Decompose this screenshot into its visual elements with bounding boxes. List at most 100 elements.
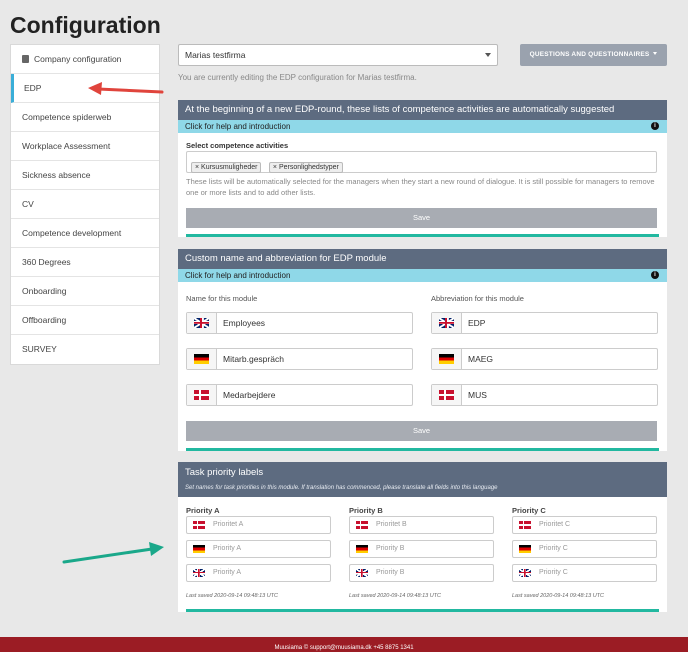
field-value: EDP	[468, 318, 486, 328]
tag-chip[interactable]: × Kursusmuligheder	[191, 162, 262, 173]
field-placeholder: Priority B	[376, 545, 405, 552]
editing-note: You are currently editing the EDP config…	[178, 73, 417, 82]
field-placeholder: Prioritet C	[539, 521, 571, 528]
field-value: MAEG	[468, 354, 494, 364]
sidebar-item-label: Company configuration	[34, 54, 122, 64]
sidebar-item-label: CV	[22, 199, 34, 209]
last-saved-text: Last saved 2020-09-14 09:48:13 UTC	[349, 593, 442, 599]
task-priority-panel: Task priority labels Set names for task …	[178, 462, 667, 612]
last-saved-text: Last saved 2020-09-14 09:48:13 UTC	[186, 593, 279, 599]
footer: Muusiama © support@muusiama.dk +45 8875 …	[0, 637, 688, 652]
german-flag-icon	[193, 545, 205, 553]
caret-down-icon	[653, 52, 658, 55]
danish-flag-icon	[356, 521, 368, 529]
german-flag-icon	[519, 545, 531, 553]
help-bar-label: Click for help and introduction	[185, 122, 291, 131]
module-name-field-en[interactable]: Employees	[186, 312, 413, 334]
priority-c-heading: Priority C	[512, 506, 546, 515]
module-name-panel: Custom name and abbreviation for EDP mod…	[178, 249, 667, 451]
red-arrow-annotation	[88, 82, 164, 95]
uk-flag-icon	[194, 318, 209, 328]
field-value: Employees	[223, 318, 266, 328]
help-bar[interactable]: Click for help and introduction i	[178, 120, 667, 133]
sidebar-item-label: EDP	[24, 83, 42, 93]
priority-a-field-en[interactable]: Priority A	[186, 564, 331, 582]
panel-subheader: Set names for task priorities in this mo…	[178, 483, 667, 497]
save-button[interactable]: Save	[186, 208, 657, 228]
sidebar-item-sickness-absence[interactable]: Sickness absence	[11, 161, 159, 190]
sidebar-item-offboarding[interactable]: Offboarding	[11, 306, 159, 335]
field-placeholder: Prioritet B	[376, 521, 407, 528]
uk-flag-icon	[193, 569, 205, 577]
field-value: Medarbejdere	[223, 390, 276, 400]
save-button[interactable]: Save	[186, 421, 657, 441]
priority-c-field-en[interactable]: Priority C	[512, 564, 657, 582]
panel-header: Task priority labels	[178, 462, 667, 483]
sidebar-item-label: 360 Degrees	[22, 257, 71, 267]
questions-dropdown-button[interactable]: QUESTIONS AND QUESTIONNAIRES	[520, 44, 667, 66]
field-placeholder: Priority A	[213, 569, 242, 576]
module-name-field-de[interactable]: Mitarb.gespräch	[186, 348, 413, 370]
questions-button-label: QUESTIONS AND QUESTIONNAIRES	[529, 51, 650, 58]
sidebar-item-label: SURVEY	[22, 344, 57, 354]
module-name-field-dk[interactable]: Medarbejdere	[186, 384, 413, 406]
help-bar-label: Click for help and introduction	[185, 271, 291, 280]
sidebar-item-company-configuration[interactable]: Company configuration	[11, 45, 159, 74]
german-flag-icon	[356, 545, 368, 553]
green-arrow-annotation	[62, 542, 164, 564]
sidebar-item-workplace-assessment[interactable]: Workplace Assessment	[11, 132, 159, 161]
priority-b-heading: Priority B	[349, 506, 383, 515]
uk-flag-icon	[356, 569, 368, 577]
company-select[interactable]: Marias testfirma	[178, 44, 498, 66]
sidebar-item-label: Onboarding	[22, 286, 67, 296]
sidebar-item-onboarding[interactable]: Onboarding	[11, 277, 159, 306]
field-value: Mitarb.gespräch	[223, 354, 284, 364]
sidebar-item-survey[interactable]: SURVEY	[11, 335, 159, 364]
field-placeholder: Prioritet A	[213, 521, 244, 528]
danish-flag-icon	[519, 521, 531, 529]
last-saved-text: Last saved 2020-09-14 09:48:13 UTC	[512, 593, 605, 599]
help-text: These lists will be automatically select…	[186, 177, 655, 197]
priority-c-field-dk[interactable]: Prioritet C	[512, 516, 657, 534]
sidebar-item-label: Sickness absence	[22, 170, 91, 180]
competence-activities-panel: At the beginning of a new EDP-round, the…	[178, 100, 667, 237]
module-abbreviation-field-de[interactable]: MAEG	[431, 348, 658, 370]
german-flag-icon	[439, 354, 454, 364]
tag-chip[interactable]: × Personlighedstyper	[268, 162, 343, 173]
accent-line	[186, 609, 659, 612]
info-icon: i	[651, 122, 659, 130]
help-bar[interactable]: Click for help and introduction i	[178, 269, 667, 282]
competence-activities-select[interactable]: × Kursusmuligheder × Personlighedstyper	[186, 151, 657, 173]
uk-flag-icon	[519, 569, 531, 577]
danish-flag-icon	[193, 521, 205, 529]
german-flag-icon	[194, 354, 209, 364]
danish-flag-icon	[194, 390, 209, 400]
company-select-value: Marias testfirma	[185, 50, 246, 60]
module-abbreviation-field-en[interactable]: EDP	[431, 312, 658, 334]
field-placeholder: Priority C	[539, 569, 568, 576]
priority-a-heading: Priority A	[186, 506, 220, 515]
accent-line	[186, 448, 659, 451]
sidebar-item-label: Competence development	[22, 228, 122, 238]
priority-c-field-de[interactable]: Priority C	[512, 540, 657, 558]
priority-b-field-de[interactable]: Priority B	[349, 540, 494, 558]
panel-header: At the beginning of a new EDP-round, the…	[178, 100, 667, 120]
priority-b-field-en[interactable]: Priority B	[349, 564, 494, 582]
sidebar-item-competence-development[interactable]: Competence development	[11, 219, 159, 248]
priority-a-field-dk[interactable]: Prioritet A	[186, 516, 331, 534]
field-value: MUS	[468, 390, 487, 400]
priority-b-field-dk[interactable]: Prioritet B	[349, 516, 494, 534]
chevron-down-icon	[485, 53, 491, 57]
competence-activities-label: Select competence activities	[186, 141, 289, 150]
abbreviation-column-heading: Abbreviation for this module	[431, 294, 524, 303]
accent-line	[186, 234, 659, 237]
module-abbreviation-field-dk[interactable]: MUS	[431, 384, 658, 406]
sidebar-item-competence-spiderweb[interactable]: Competence spiderweb	[11, 103, 159, 132]
info-icon: i	[651, 271, 659, 279]
panel-header: Custom name and abbreviation for EDP mod…	[178, 249, 667, 269]
field-placeholder: Priority A	[213, 545, 242, 552]
sidebar-item-cv[interactable]: CV	[11, 190, 159, 219]
priority-a-field-de[interactable]: Priority A	[186, 540, 331, 558]
sidebar-item-360-degrees[interactable]: 360 Degrees	[11, 248, 159, 277]
page-title: Configuration	[10, 12, 161, 38]
